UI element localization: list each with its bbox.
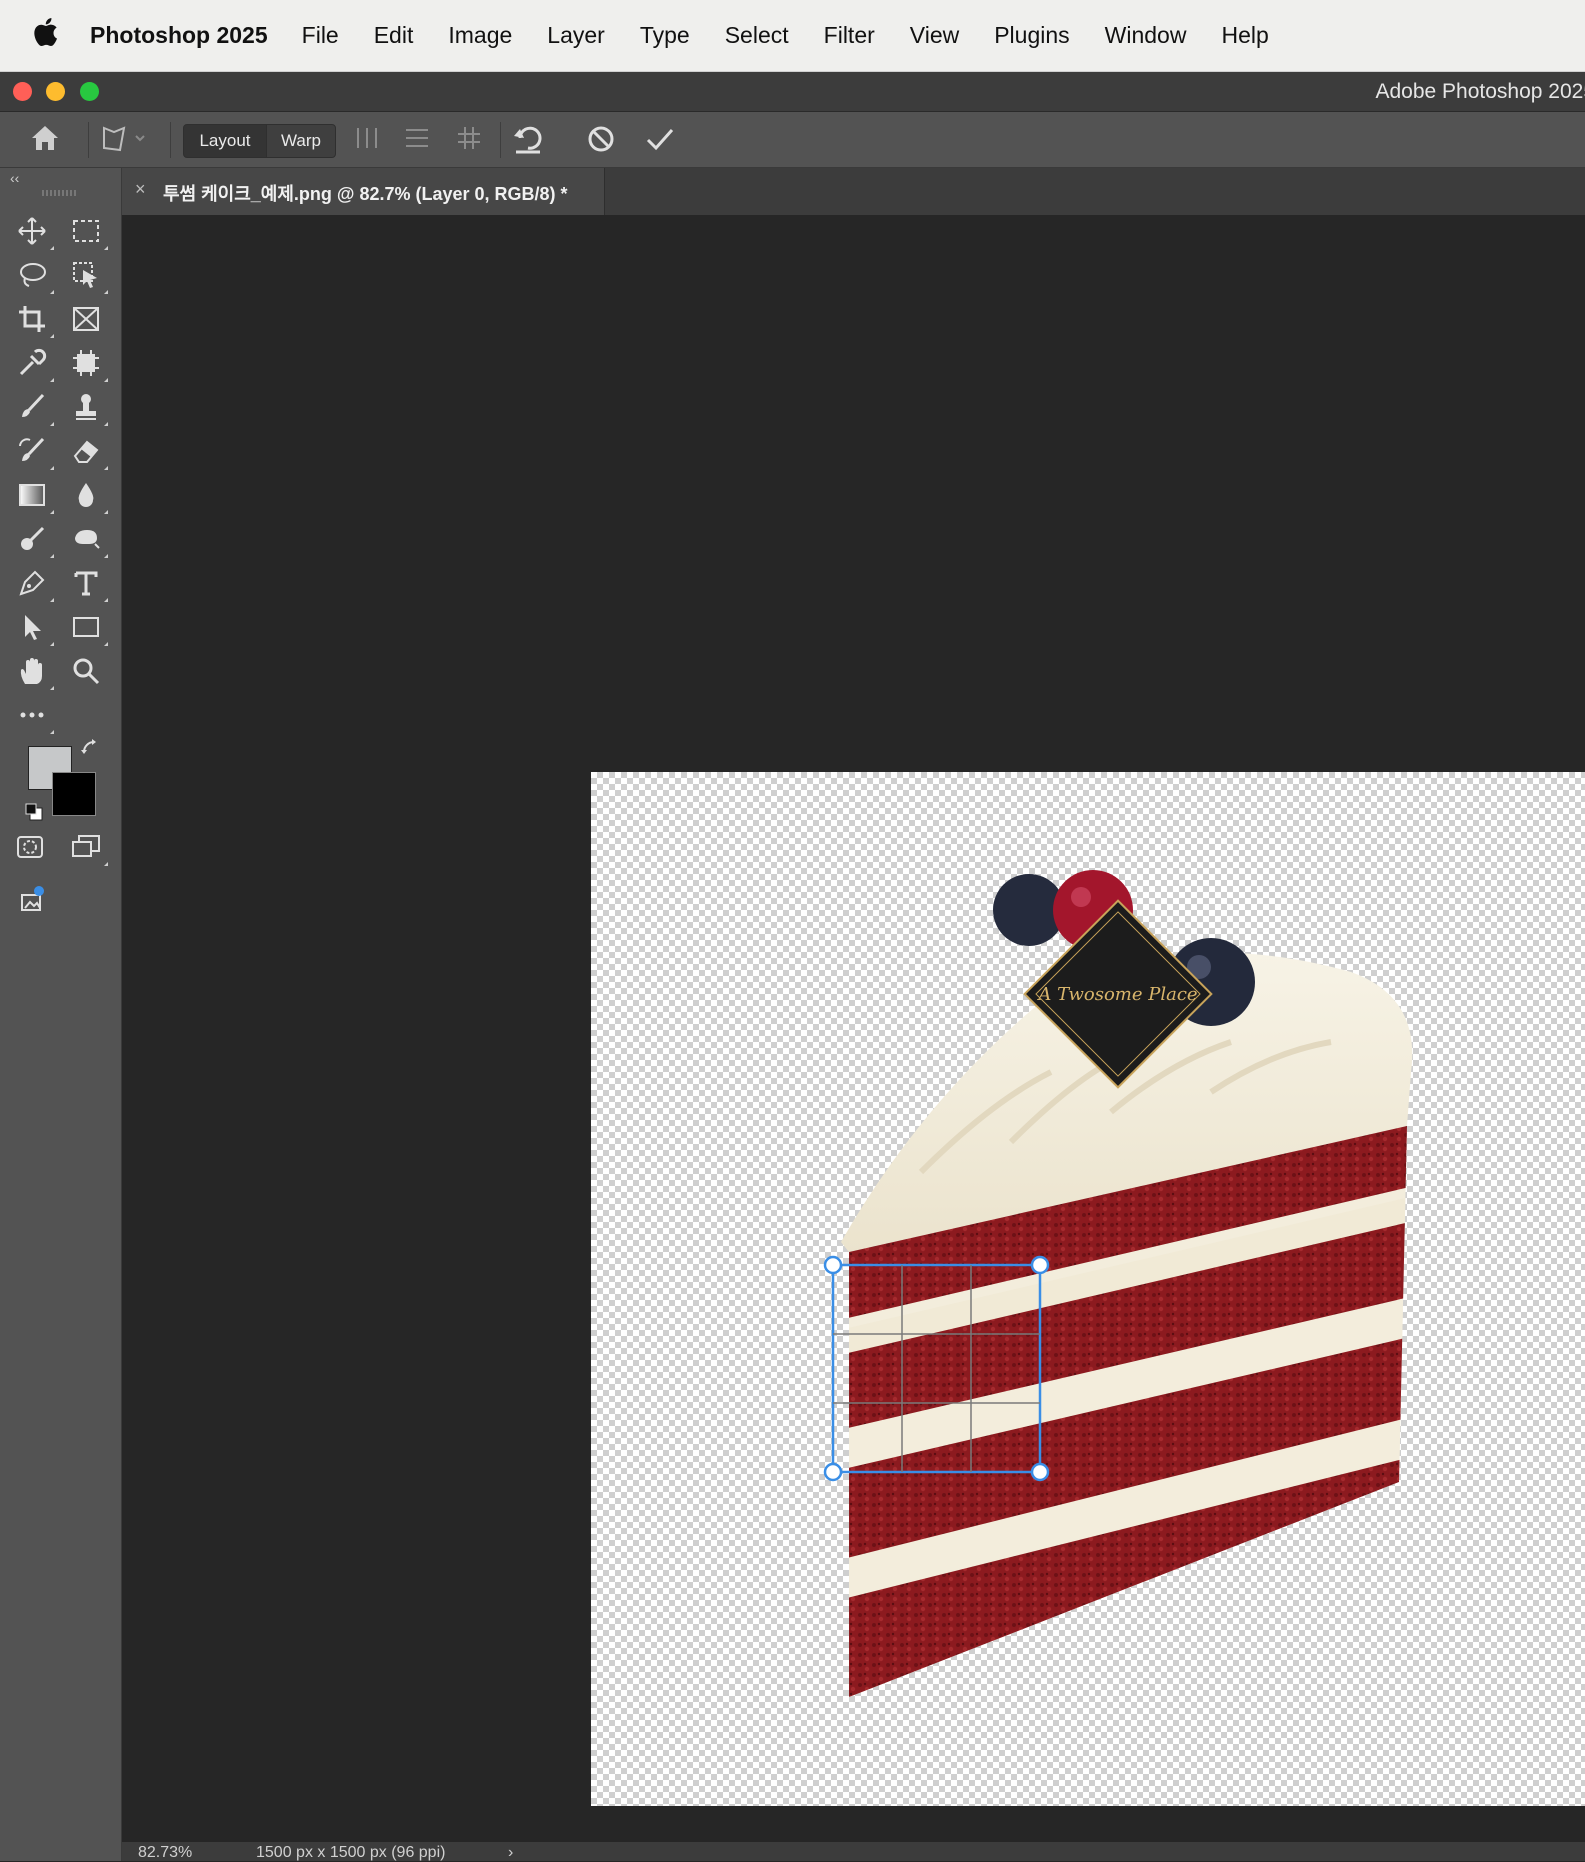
status-arrow[interactable]: › (508, 1844, 513, 1862)
menu-help[interactable]: Help (1221, 22, 1268, 49)
options-separator (500, 122, 501, 158)
generative-fill-icon[interactable] (12, 884, 52, 920)
dodge-tool-icon[interactable] (12, 524, 54, 560)
crop-tool-icon[interactable] (12, 304, 54, 340)
background-color-swatch[interactable] (52, 772, 96, 816)
frame-tool-icon[interactable] (66, 304, 106, 340)
menu-filter[interactable]: Filter (824, 22, 875, 49)
more-tools-icon[interactable] (12, 700, 54, 736)
options-bar: Layout Warp (0, 112, 1585, 168)
commit-transform-icon[interactable] (644, 124, 676, 160)
lasso-tool-icon[interactable] (12, 260, 54, 296)
transform-handle-bottom-left[interactable] (823, 1462, 843, 1482)
menu-view[interactable]: View (910, 22, 959, 49)
pen-tool-icon[interactable] (12, 568, 54, 604)
transform-preset-icon[interactable] (100, 124, 148, 160)
warp-button[interactable]: Warp (266, 124, 336, 158)
zoom-window-button[interactable] (80, 82, 99, 101)
screen-mode-icon[interactable] (66, 832, 108, 868)
minimize-window-button[interactable] (46, 82, 65, 101)
document-canvas[interactable]: A Twosome Place (591, 772, 1585, 1806)
swap-colors-icon[interactable] (78, 738, 102, 762)
menu-image[interactable]: Image (448, 22, 512, 49)
clone-stamp-tool-icon[interactable] (66, 392, 108, 428)
home-icon[interactable] (30, 124, 60, 158)
document-info[interactable]: 1500 px x 1500 px (96 ppi) (256, 1844, 445, 1862)
split-horizontal-icon[interactable] (404, 124, 430, 158)
document-tab-bar: × 투썸 케이크_예제.png @ 82.7% (Layer 0, RGB/8)… (122, 168, 1585, 215)
layout-button[interactable]: Layout (183, 124, 267, 158)
hand-tool-icon[interactable] (12, 656, 54, 692)
menu-layer[interactable]: Layer (547, 22, 605, 49)
path-selection-tool-icon[interactable] (12, 612, 54, 648)
badge-text: A Twosome Place (1036, 984, 1197, 1005)
close-document-icon[interactable]: × (135, 179, 146, 200)
history-brush-tool-icon[interactable] (12, 436, 54, 472)
object-selection-tool-icon[interactable] (66, 260, 108, 296)
menu-select[interactable]: Select (725, 22, 789, 49)
options-separator (170, 122, 171, 158)
brush-tool-icon[interactable] (12, 392, 54, 428)
type-tool-icon[interactable] (66, 568, 108, 604)
panel-grip[interactable] (42, 190, 78, 196)
tools-panel: ‹‹ (0, 168, 122, 1861)
gradient-tool-icon[interactable] (12, 480, 54, 516)
default-colors-icon[interactable] (22, 802, 46, 826)
options-separator (88, 122, 89, 158)
move-tool-icon[interactable] (12, 216, 54, 252)
cake-image: A Twosome Place (823, 870, 1413, 1697)
document-tab-title[interactable]: 투썸 케이크_예제.png @ 82.7% (Layer 0, RGB/8) * (163, 180, 568, 206)
canvas-workspace[interactable]: A Twosome Place (122, 215, 1585, 1842)
split-vertical-icon[interactable] (354, 124, 380, 158)
smudge-tool-icon[interactable] (66, 524, 108, 560)
spot-healing-tool-icon[interactable] (66, 348, 108, 384)
blur-tool-icon[interactable] (66, 480, 108, 516)
menu-window[interactable]: Window (1105, 22, 1187, 49)
eraser-tool-icon[interactable] (66, 436, 108, 472)
cancel-transform-icon[interactable] (586, 124, 616, 160)
status-bar: 82.73% 1500 px x 1500 px (96 ppi) › (122, 1842, 1585, 1861)
reset-warp-icon[interactable] (512, 124, 544, 160)
split-cross-icon[interactable] (456, 124, 482, 158)
window-title: Adobe Photoshop 2025 (1375, 80, 1585, 103)
menu-edit[interactable]: Edit (374, 22, 414, 49)
menu-plugins[interactable]: Plugins (994, 22, 1069, 49)
macos-menu-bar: Photoshop 2025 File Edit Image Layer Typ… (0, 0, 1585, 72)
menu-file[interactable]: File (302, 22, 339, 49)
collapse-panel-icon[interactable]: ‹‹ (10, 170, 19, 186)
eyedropper-tool-icon[interactable] (12, 348, 54, 384)
transform-handle-top-right[interactable] (1030, 1255, 1050, 1275)
marquee-tool-icon[interactable] (66, 216, 108, 252)
document-tab[interactable]: × 투썸 케이크_예제.png @ 82.7% (Layer 0, RGB/8)… (122, 168, 605, 215)
window-title-bar: Adobe Photoshop 2025 (0, 72, 1585, 112)
quick-mask-icon[interactable] (10, 832, 50, 868)
rectangle-tool-icon[interactable] (66, 612, 108, 648)
app-name-menu[interactable]: Photoshop 2025 (90, 22, 268, 49)
zoom-tool-icon[interactable] (66, 656, 106, 692)
transform-handle-top-left[interactable] (823, 1255, 843, 1275)
close-window-button[interactable] (13, 82, 32, 101)
zoom-level[interactable]: 82.73% (138, 1844, 192, 1862)
apple-logo-icon[interactable] (0, 17, 90, 55)
transform-handle-bottom-right[interactable] (1030, 1462, 1050, 1482)
menu-type[interactable]: Type (640, 22, 690, 49)
